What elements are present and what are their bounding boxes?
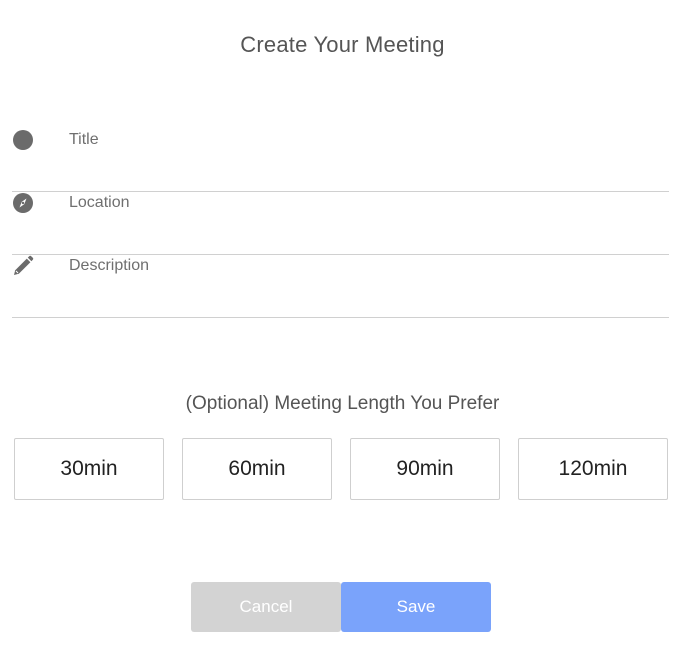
description-input[interactable] <box>69 255 649 277</box>
title-input[interactable] <box>69 129 649 151</box>
pencil-icon <box>12 255 34 277</box>
length-option-120[interactable]: 120min <box>518 438 668 500</box>
location-field[interactable] <box>12 192 669 255</box>
length-option-90[interactable]: 90min <box>350 438 500 500</box>
compass-icon <box>12 192 34 214</box>
meeting-length-heading: (Optional) Meeting Length You Prefer <box>185 393 500 414</box>
circle-icon <box>12 129 34 151</box>
description-field[interactable] <box>12 255 669 318</box>
location-input[interactable] <box>69 192 649 214</box>
length-option-60[interactable]: 60min <box>182 438 332 500</box>
page-title: Create Your Meeting <box>240 32 445 57</box>
cancel-button[interactable]: Cancel <box>191 582 341 632</box>
title-field[interactable] <box>12 129 669 192</box>
length-option-30[interactable]: 30min <box>14 438 164 500</box>
save-button[interactable]: Save <box>341 582 491 632</box>
